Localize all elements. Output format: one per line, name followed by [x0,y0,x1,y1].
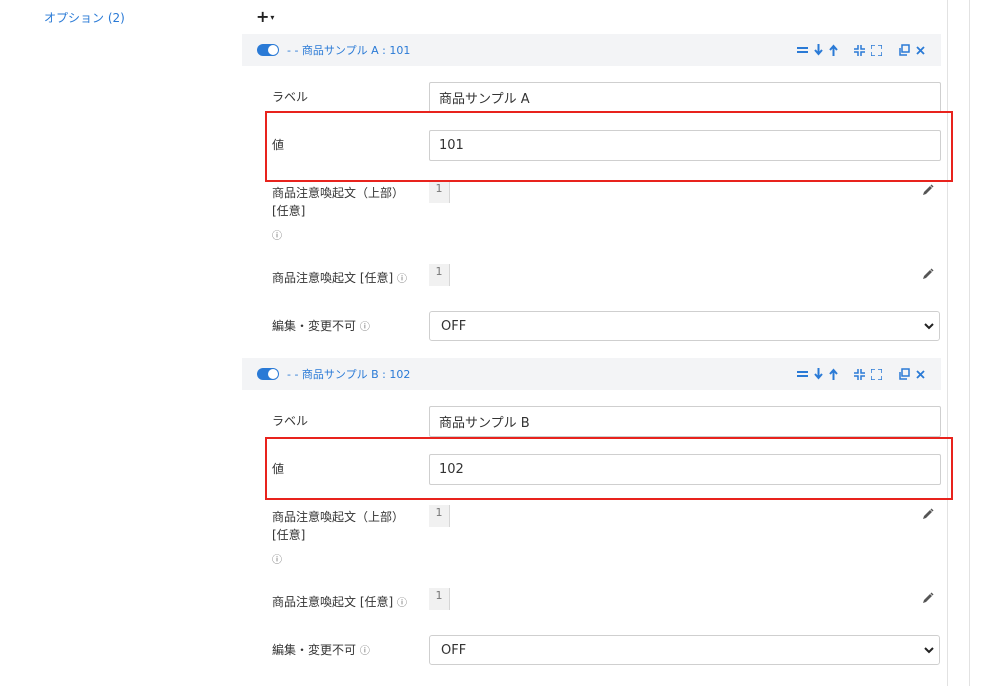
notice-top-caption-line1: 商品注意喚起文（上部） [272,186,405,200]
notice-caption: 商品注意喚起文 [任意] ⓘ [272,593,407,613]
close-icon[interactable] [916,369,925,379]
notice-top-caption: 商品注意喚起文（上部） [任意] ⓘ [272,508,404,570]
label-caption: ラベル [272,414,309,428]
pencil-icon[interactable] [921,507,935,521]
notice-caption-text: 商品注意喚起文 [任意] [272,271,394,285]
option-item-header: - - 商品サンプル A : 101 [242,34,941,66]
notice-editor[interactable]: 1 [429,588,450,610]
item-actions [797,358,925,390]
lock-select[interactable]: OFF [429,635,940,665]
expand-icon[interactable] [871,44,882,56]
enable-toggle[interactable] [257,368,279,380]
collapse-icon[interactable] [854,44,865,56]
pencil-icon[interactable] [921,267,935,281]
notice-editor[interactable]: 1 [429,264,450,286]
label-input[interactable] [429,406,941,437]
caret-down-icon: ▾ [270,13,275,22]
drag-handle-icon[interactable] [797,370,808,378]
plus-icon: + [256,7,270,26]
chevron-down-icon [924,647,934,654]
notice-caption-text: 商品注意喚起文 [任意] [272,595,394,609]
item-actions [797,34,925,66]
chevron-down-icon [924,323,934,330]
close-icon[interactable] [916,45,925,55]
value-input[interactable] [429,130,941,161]
value-input[interactable] [429,454,941,485]
copy-icon[interactable] [898,368,910,380]
pencil-icon[interactable] [921,591,935,605]
add-option-button[interactable]: +▾ [256,7,274,26]
notice-top-editor[interactable]: 1 [429,181,450,203]
info-icon: ⓘ [397,274,408,285]
info-icon: ⓘ [272,555,282,566]
expand-icon[interactable] [871,368,882,380]
info-icon: ⓘ [272,231,282,242]
lock-caption-text: 編集・変更不可 [272,643,357,657]
label-input[interactable] [429,82,941,113]
sidebar-title: オプション (2) [44,11,125,25]
value-caption: 値 [272,138,285,152]
lock-caption: 編集・変更不可 ⓘ [272,317,370,337]
notice-top-caption: 商品注意喚起文（上部） [任意] ⓘ [272,184,404,246]
divider [947,0,948,686]
arrow-up-icon[interactable] [829,368,838,380]
notice-top-caption-line2: [任意] [272,528,306,542]
drag-handle-icon[interactable] [797,46,808,54]
lock-caption: 編集・変更不可 ⓘ [272,641,370,661]
lock-caption-text: 編集・変更不可 [272,319,357,333]
option-item-title: - - 商品サンプル B : 102 [287,368,411,381]
arrow-up-icon[interactable] [829,44,838,56]
value-caption: 値 [272,462,285,476]
notice-top-editor[interactable]: 1 [429,505,450,527]
lock-select-value: OFF [441,318,467,334]
enable-toggle[interactable] [257,44,279,56]
notice-caption: 商品注意喚起文 [任意] ⓘ [272,269,407,289]
info-icon: ⓘ [397,598,408,609]
copy-icon[interactable] [898,44,910,56]
notice-top-caption-line2: [任意] [272,204,306,218]
info-icon: ⓘ [359,646,370,657]
divider [969,0,970,686]
collapse-icon[interactable] [854,368,865,380]
lock-select[interactable]: OFF [429,311,940,341]
option-item-header: - - 商品サンプル B : 102 [242,358,941,390]
pencil-icon[interactable] [921,183,935,197]
info-icon: ⓘ [359,322,370,333]
notice-top-caption-line1: 商品注意喚起文（上部） [272,510,405,524]
arrow-down-icon[interactable] [814,368,823,380]
arrow-down-icon[interactable] [814,44,823,56]
lock-select-value: OFF [441,642,467,658]
option-item-title: - - 商品サンプル A : 101 [287,44,411,57]
label-caption: ラベル [272,90,309,104]
